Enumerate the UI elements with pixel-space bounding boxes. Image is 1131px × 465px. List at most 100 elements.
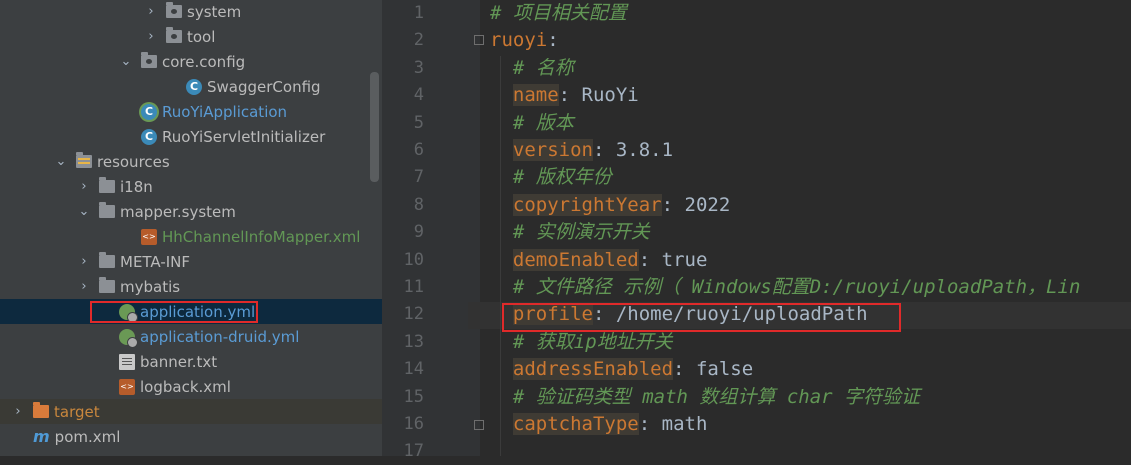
tree-item-tool[interactable]: › tool <box>0 24 382 49</box>
yaml-key: profile <box>512 303 593 326</box>
spring-config-icon <box>119 328 138 348</box>
tree-item-target[interactable]: › target <box>0 399 382 424</box>
tree-item-label: i18n <box>120 177 153 196</box>
line-number: 17 <box>403 441 424 462</box>
line-number: 14 <box>403 359 424 380</box>
tree-item-label: RuoYiApplication <box>162 102 288 121</box>
code-comment: # 版权年份 <box>512 166 612 189</box>
yaml-separator: : <box>592 139 616 161</box>
tree-item-label: RuoYiServletInitializer <box>162 127 326 146</box>
tree-item-label: logback.xml <box>140 377 231 396</box>
code-comment: # 名称 <box>512 56 574 79</box>
yaml-separator: : <box>558 84 582 107</box>
tree-item-label: resources <box>97 152 170 171</box>
code-line[interactable]: copyrightYear: 2022 <box>490 192 730 219</box>
tree-item-i18n[interactable]: › i18n <box>0 174 382 199</box>
tree-item-pom-xml[interactable]: m pom.xml <box>0 424 382 449</box>
chevron-right-icon[interactable]: › <box>78 279 90 294</box>
line-number: 7 <box>413 167 424 188</box>
tree-item-label: system <box>187 2 242 21</box>
chevron-right-icon[interactable]: › <box>12 404 24 419</box>
tree-item-hhchannelinfomapper-xml[interactable]: <> HhChannelInfoMapper.xml <box>0 224 382 249</box>
code-line[interactable]: ruoyi: <box>490 27 559 54</box>
tree-item-meta-inf[interactable]: › META-INF <box>0 249 382 274</box>
yaml-value: math <box>661 413 708 435</box>
tree-item-core-config[interactable]: ⌄ core.config <box>0 49 382 74</box>
folder-icon <box>99 177 115 193</box>
yaml-value: 3.8.1 <box>615 139 674 161</box>
yaml-value: 2022 <box>684 193 731 216</box>
code-line[interactable]: # 版权年份 <box>490 164 612 191</box>
line-number: 11 <box>403 277 424 297</box>
code-comment: # 项目相关配置 <box>490 2 627 24</box>
line-number: 2 <box>413 30 424 51</box>
tree-item-application-druid-yml[interactable]: application-druid.yml <box>0 324 382 349</box>
line-number: 8 <box>413 194 424 215</box>
tree-item-resources[interactable]: ⌄ resources <box>0 149 382 174</box>
code-line[interactable]: # 验证码类型 math 数组计算 char 字符验证 <box>490 384 920 411</box>
tree-item-mapper-system[interactable]: ⌄ mapper.system <box>0 199 382 224</box>
fold-marker-icon[interactable] <box>474 35 484 45</box>
code-line[interactable]: # 实例演示开关 <box>490 219 650 246</box>
code-line[interactable]: # 获取ip地址开关 <box>490 329 673 356</box>
xml-file-icon: <> <box>119 378 135 395</box>
code-line[interactable]: # 项目相关配置 <box>490 0 627 27</box>
package-icon <box>166 2 182 18</box>
code-line[interactable] <box>490 438 513 465</box>
code-line[interactable]: # 名称 <box>490 55 574 82</box>
tree-item-application-yml[interactable]: application.yml <box>0 299 382 324</box>
yaml-separator: : <box>592 303 616 326</box>
code-line[interactable]: # 文件路径 示例（ Windows配置D:/ruoyi/uploadPath，… <box>490 274 1081 301</box>
yaml-separator: : <box>638 248 662 271</box>
line-number: 13 <box>403 331 424 352</box>
code-comment: # 获取ip地址开关 <box>512 330 673 353</box>
ide-window: › system › tool ⌄ core.config C SwaggerConfig C R… <box>0 0 1131 461</box>
chevron-down-icon[interactable]: ⌄ <box>120 54 132 69</box>
yaml-value: true <box>661 248 708 271</box>
line-number: 15 <box>403 386 424 407</box>
tree-item-ruoyiapplication[interactable]: C RuoYiApplication <box>0 99 382 124</box>
tree-item-label: core.config <box>162 52 246 71</box>
tree-item-swaggerconfig[interactable]: C SwaggerConfig <box>0 74 382 99</box>
java-class-icon: C <box>141 128 157 145</box>
line-number: 1 <box>413 3 424 23</box>
code-line[interactable]: demoEnabled: true <box>490 247 707 274</box>
tree-item-label: banner.txt <box>140 352 218 371</box>
tree-item-label: application-druid.yml <box>140 327 300 346</box>
spring-class-icon: C <box>141 103 157 120</box>
spring-config-icon <box>119 303 138 323</box>
code-line[interactable]: addressEnabled: false <box>490 356 753 383</box>
tree-item-banner-txt[interactable]: banner.txt <box>0 349 382 374</box>
tree-item-label: HhChannelInfoMapper.xml <box>162 227 361 246</box>
code-comment: # 实例演示开关 <box>512 221 650 244</box>
chevron-right-icon[interactable]: › <box>145 4 157 19</box>
line-number: 12 <box>403 304 424 325</box>
chevron-right-icon[interactable]: › <box>78 254 90 269</box>
maven-icon: m <box>33 426 50 446</box>
yaml-separator: : <box>673 358 696 381</box>
tree-item-label: mybatis <box>120 277 181 296</box>
line-number: 10 <box>403 249 424 270</box>
chevron-right-icon[interactable]: › <box>78 179 90 194</box>
line-number: 6 <box>413 140 424 160</box>
package-icon <box>141 52 157 68</box>
code-line[interactable]: captchaType: math <box>490 411 707 438</box>
chevron-down-icon[interactable]: ⌄ <box>78 204 90 219</box>
code-line[interactable]: # 版本 <box>490 110 574 137</box>
code-comment: # 文件路径 示例（ Windows配置D:/ruoyi/uploadPath，… <box>512 276 1081 298</box>
code-line[interactable]: version: 3.8.1 <box>490 137 673 164</box>
tree-item-logback-xml[interactable]: <> logback.xml <box>0 374 382 399</box>
fold-marker-icon[interactable] <box>474 420 484 430</box>
chevron-right-icon[interactable]: › <box>145 29 157 44</box>
code-line[interactable]: profile: /home/ruoyi/uploadPath <box>490 301 868 328</box>
code-comment: # 验证码类型 math 数组计算 char 字符验证 <box>512 385 921 408</box>
xml-file-icon: <> <box>141 228 157 245</box>
tree-item-mybatis[interactable]: › mybatis <box>0 274 382 299</box>
tree-item-system[interactable]: › system <box>0 0 382 24</box>
tree-item-ruoyiservletinitializer[interactable]: C RuoYiServletInitializer <box>0 124 382 149</box>
code-comment: # 版本 <box>512 111 574 134</box>
java-class-icon: C <box>186 78 202 95</box>
code-line[interactable]: name: RuoYi <box>490 82 639 109</box>
tree-item-label: tool <box>187 27 216 46</box>
chevron-down-icon[interactable]: ⌄ <box>55 154 67 169</box>
